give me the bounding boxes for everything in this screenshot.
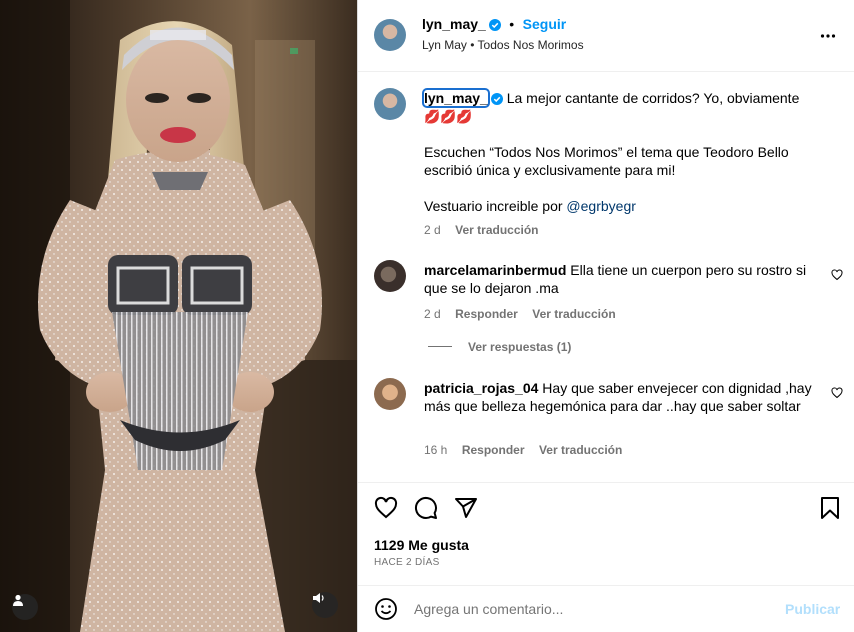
follow-button[interactable]: Seguir: [523, 16, 567, 32]
header-separator: •: [509, 16, 515, 32]
caption-meta: 2 d Ver traducción: [424, 221, 539, 239]
comment-time[interactable]: 16 h: [424, 443, 447, 457]
caption-text: lyn_may_ La mejor cantante de corridos? …: [422, 88, 824, 126]
caption-line1: La mejor cantante de corridos? Yo, obvia…: [506, 90, 800, 106]
verified-badge-icon: [490, 93, 503, 105]
caption-username[interactable]: lyn_may_: [422, 88, 490, 108]
avatar[interactable]: [374, 19, 406, 51]
kiss-emojis: 💋💋💋: [424, 109, 473, 124]
translate-button[interactable]: Ver traducción: [539, 443, 622, 457]
more-options-icon[interactable]: [820, 28, 836, 44]
reply-button[interactable]: Responder: [455, 307, 518, 321]
post-image: [0, 0, 357, 632]
author-username[interactable]: lyn_may_: [422, 16, 486, 32]
comment-avatar[interactable]: [374, 378, 406, 410]
user-icon: [13, 594, 23, 606]
likes-count[interactable]: 1129 Me gusta: [374, 537, 469, 553]
heart-icon[interactable]: [374, 496, 398, 520]
bookmark-icon[interactable]: [818, 496, 842, 520]
audio-info[interactable]: Lyn May • Todos Nos Morimos: [422, 38, 584, 52]
comment-username[interactable]: marcelamarinbermud: [424, 262, 566, 278]
post-header: lyn_may_ • Seguir Lyn May • Todos Nos Mo…: [358, 0, 854, 72]
comment-input[interactable]: [414, 596, 774, 622]
comment-text: patricia_rojas_04 Hay que saber envejece…: [424, 379, 822, 415]
speaker-icon: [313, 593, 324, 603]
comment-meta: 2 d Responder Ver traducción: [424, 305, 616, 323]
reply-button[interactable]: Responder: [462, 443, 525, 457]
comment-username[interactable]: patricia_rojas_04: [424, 380, 538, 396]
comment-avatar[interactable]: [374, 260, 406, 292]
post-details-panel: lyn_may_ • Seguir Lyn May • Todos Nos Mo…: [358, 0, 854, 632]
heart-icon[interactable]: [831, 387, 843, 399]
comment-meta: 16 h Responder Ver traducción: [424, 441, 622, 459]
post-media[interactable]: [0, 0, 357, 632]
heart-icon[interactable]: [831, 269, 843, 281]
comment-composer: Publicar: [358, 585, 854, 632]
post-comment-button[interactable]: Publicar: [785, 601, 840, 617]
comment-icon[interactable]: [414, 496, 438, 520]
share-icon[interactable]: [454, 496, 478, 520]
caption-credit: Vestuario increible por @egrbyegr: [424, 197, 824, 215]
caption-avatar[interactable]: [374, 88, 406, 120]
view-replies-button[interactable]: Ver respuestas (1): [468, 340, 571, 354]
caption-time[interactable]: 2 d: [424, 223, 441, 237]
action-bar: [358, 482, 854, 532]
verified-badge-icon: [488, 19, 501, 31]
comment-text: marcelamarinbermud Ella tiene un cuerpon…: [424, 261, 822, 297]
comment-time[interactable]: 2 d: [424, 307, 441, 321]
translate-button[interactable]: Ver traducción: [532, 307, 615, 321]
replies-line: [428, 346, 452, 347]
emoji-icon[interactable]: [374, 597, 398, 621]
caption-credit-text: Vestuario increible por: [424, 198, 563, 214]
caption-translate-button[interactable]: Ver traducción: [455, 223, 538, 237]
mention-link[interactable]: @egrbyegr: [566, 198, 635, 214]
user-tags-button[interactable]: [12, 594, 38, 620]
caption-paragraph: Escuchen “Todos Nos Morimos” el tema que…: [424, 144, 789, 178]
sound-toggle-button[interactable]: [312, 592, 338, 618]
post-date[interactable]: HACE 2 DÍAS: [374, 557, 440, 568]
